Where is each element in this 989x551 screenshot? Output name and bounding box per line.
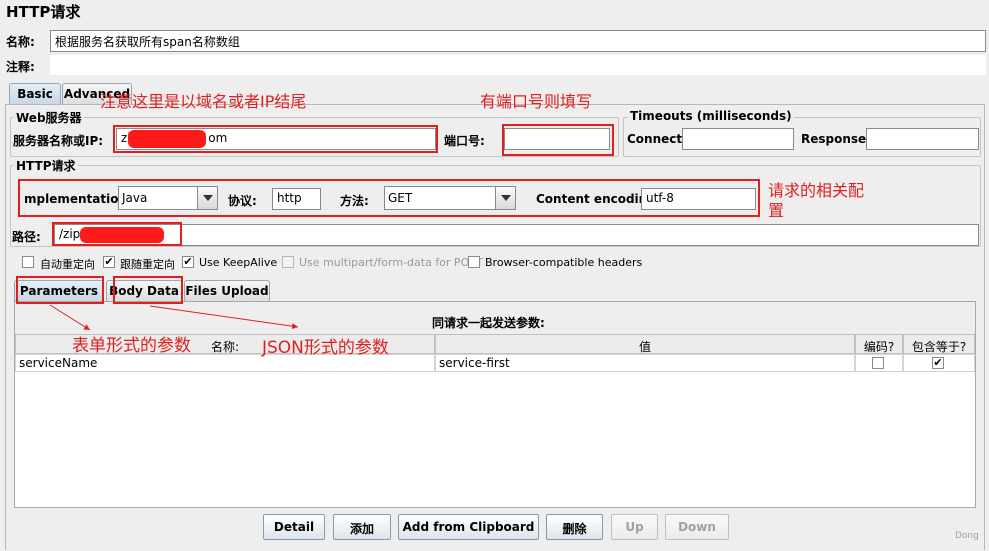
annotation-arrows bbox=[49, 304, 299, 331]
arrow-to-json-note bbox=[149, 305, 299, 330]
arrow-to-form-note bbox=[49, 304, 91, 331]
